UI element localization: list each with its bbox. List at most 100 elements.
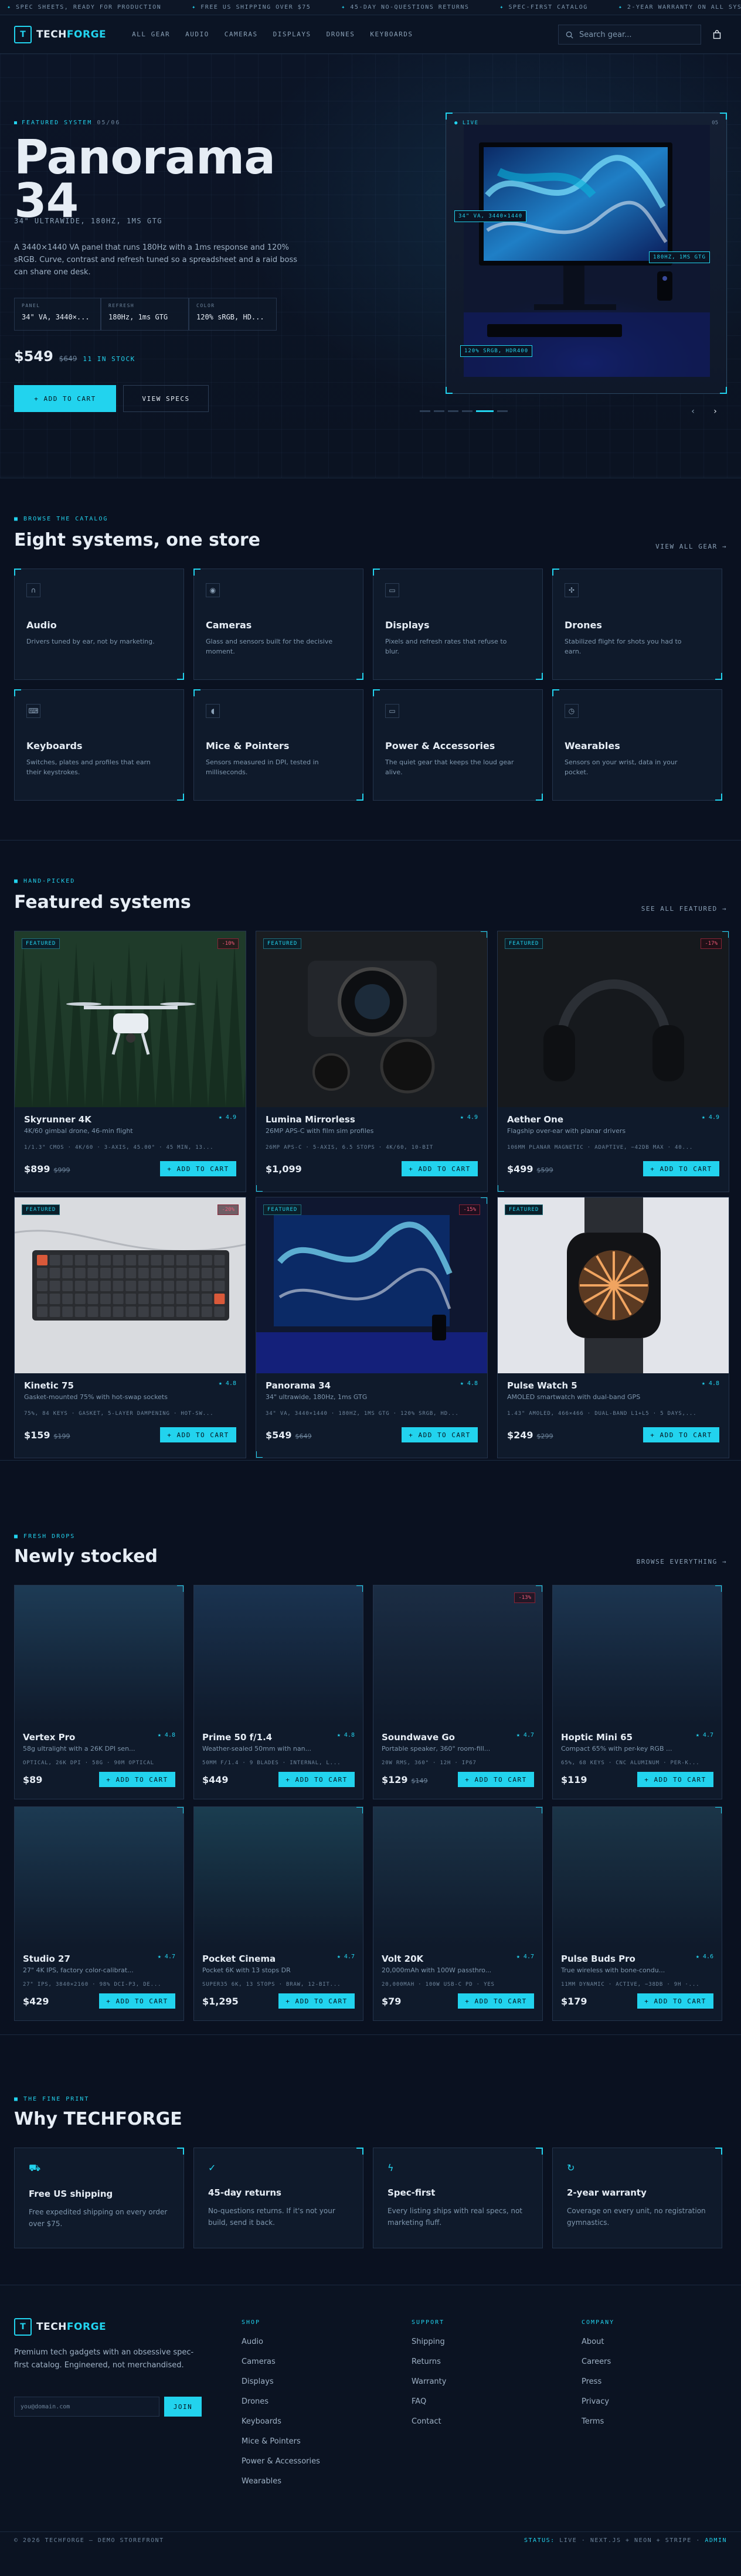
add-to-cart-button[interactable]: + ADD TO CART bbox=[637, 1993, 713, 2009]
product-price-row: $899 $999 bbox=[24, 1163, 70, 1175]
footer-link[interactable]: Power & Accessories bbox=[242, 2457, 370, 2477]
product-specs: 75%, 84 KEYS · GASKET, 5-LAYER DAMPENING… bbox=[24, 1411, 214, 1417]
search-input[interactable]: Search gear... bbox=[558, 25, 701, 45]
product-name[interactable]: Soundwave Go bbox=[382, 1732, 455, 1743]
product-name[interactable]: Aether One bbox=[507, 1114, 563, 1125]
nav-link-cameras[interactable]: CAMERAS bbox=[225, 30, 258, 38]
carousel-dot[interactable] bbox=[497, 410, 508, 412]
view-specs-button[interactable]: VIEW SPECS bbox=[123, 385, 209, 412]
nav-link-audio[interactable]: AUDIO bbox=[185, 30, 209, 38]
product-card[interactable]: Studio 27 ★ 4.7 27" 4K IPS, factory color-… bbox=[14, 1806, 184, 2021]
product-card[interactable]: Vertex Pro ★ 4.8 58g ultralight with a 26K… bbox=[14, 1585, 184, 1799]
add-to-cart-button[interactable]: + ADD TO CART bbox=[458, 1993, 534, 2009]
see-all-featured-link[interactable]: SEE ALL FEATURED → bbox=[641, 905, 727, 913]
add-to-cart-button[interactable]: + ADD TO CART bbox=[160, 1161, 236, 1176]
product-name[interactable]: Volt 20K bbox=[382, 1954, 423, 1964]
product-card[interactable]: FEATURED Lumina Mirrorless ★ 4.9 26MP APS-C… bbox=[256, 931, 488, 1192]
footer-link[interactable]: Press bbox=[582, 2377, 711, 2397]
product-card[interactable]: -13% Soundwave Go ★ 4.7 Portable speaker, 3… bbox=[373, 1585, 543, 1799]
carousel-prev-button[interactable]: ‹ bbox=[686, 404, 700, 418]
product-name[interactable]: Vertex Pro bbox=[23, 1732, 75, 1743]
product-card[interactable]: Prime 50 f/1.4 ★ 4.8 Weather-sealed 50mm w… bbox=[193, 1585, 363, 1799]
hero-add-to-cart-button[interactable]: + ADD TO CART bbox=[14, 385, 116, 412]
cart-button[interactable] bbox=[707, 25, 727, 45]
footer-link[interactable]: Drones bbox=[242, 2397, 370, 2417]
add-to-cart-button[interactable]: + ADD TO CART bbox=[402, 1427, 478, 1442]
add-to-cart-button[interactable]: + ADD TO CART bbox=[458, 1772, 534, 1787]
product-name[interactable]: Pocket Cinema bbox=[202, 1954, 276, 1964]
add-to-cart-button[interactable]: + ADD TO CART bbox=[99, 1772, 175, 1787]
add-to-cart-button[interactable]: + ADD TO CART bbox=[278, 1772, 355, 1787]
category-card[interactable]: ◖ Mice & Pointers Sensors measured in DPI,… bbox=[193, 689, 363, 801]
product-name[interactable]: Pulse Watch 5 bbox=[507, 1380, 577, 1391]
nav-link-drones[interactable]: DRONES bbox=[327, 30, 355, 38]
add-to-cart-button[interactable]: + ADD TO CART bbox=[99, 1993, 175, 2009]
carousel-dot[interactable] bbox=[448, 410, 458, 412]
category-card[interactable]: ◷ Wearables Sensors on your wrist, data in… bbox=[552, 689, 722, 801]
chevron-left-icon: ‹ bbox=[691, 407, 695, 416]
carousel-next-button[interactable]: › bbox=[708, 404, 722, 418]
carousel-dot[interactable] bbox=[420, 410, 430, 412]
view-all-gear-link[interactable]: VIEW ALL GEAR → bbox=[655, 543, 727, 550]
product-name[interactable]: Skyrunner 4K bbox=[24, 1114, 91, 1125]
product-name[interactable]: Hoptic Mini 65 bbox=[561, 1732, 633, 1743]
add-to-cart-button[interactable]: + ADD TO CART bbox=[643, 1427, 719, 1442]
carousel-dot[interactable] bbox=[476, 410, 494, 412]
nav-link-keyboards[interactable]: KEYBOARDS bbox=[370, 30, 413, 38]
footer-link[interactable]: Displays bbox=[242, 2377, 370, 2397]
add-to-cart-button[interactable]: + ADD TO CART bbox=[278, 1993, 355, 2009]
footer-link[interactable]: Keyboards bbox=[242, 2417, 370, 2437]
monitor-image bbox=[464, 125, 710, 377]
add-to-cart-button[interactable]: + ADD TO CART bbox=[637, 1772, 713, 1787]
nav-link-displays[interactable]: DISPLAYS bbox=[273, 30, 311, 38]
footer-logo[interactable]: T TECHFORGE bbox=[14, 2318, 106, 2336]
carousel-dot[interactable] bbox=[434, 410, 444, 412]
add-to-cart-button[interactable]: + ADD TO CART bbox=[160, 1427, 236, 1442]
product-card[interactable]: Pocket Cinema ★ 4.7 Pocket 6K with 13 stop… bbox=[193, 1806, 363, 2021]
product-card[interactable]: Volt 20K ★ 4.7 20,000mAh with 100W passthr… bbox=[373, 1806, 543, 2021]
footer-link[interactable]: Shipping bbox=[412, 2337, 541, 2357]
product-card[interactable]: Pulse Buds Pro ★ 4.6 True wireless with bo… bbox=[552, 1806, 722, 2021]
newsletter-email-input[interactable]: you@domain.com bbox=[14, 2397, 159, 2417]
footer-link[interactable]: Careers bbox=[582, 2357, 711, 2377]
add-to-cart-button[interactable]: + ADD TO CART bbox=[402, 1161, 478, 1176]
footer-link[interactable]: Mice & Pointers bbox=[242, 2437, 370, 2457]
category-card[interactable]: ∩ Audio Drivers tuned by ear, not by marke… bbox=[14, 569, 184, 680]
product-card[interactable]: FEATURED Pulse Watch 5 ★ 4.8 AMOLED smartwa… bbox=[497, 1197, 729, 1458]
product-name[interactable]: Kinetic 75 bbox=[24, 1380, 74, 1391]
product-card[interactable]: FEATURED -17% Aether One ★ 4.9 Flagship over… bbox=[497, 931, 729, 1192]
category-card[interactable]: ▭ Displays Pixels and refresh rates that r… bbox=[373, 569, 543, 680]
product-card[interactable]: FEATURED -15% Panorama 34 ★ 4.8 34" ultrawid… bbox=[256, 1197, 488, 1458]
footer-link[interactable]: Wearables bbox=[242, 2477, 370, 2497]
carousel-dot[interactable] bbox=[462, 410, 473, 412]
footer-link[interactable]: Audio bbox=[242, 2337, 370, 2357]
footer-link[interactable]: Warranty bbox=[412, 2377, 541, 2397]
footer-link[interactable]: About bbox=[582, 2337, 711, 2357]
footer-link[interactable]: Contact bbox=[412, 2417, 541, 2437]
add-to-cart-button[interactable]: + ADD TO CART bbox=[643, 1161, 719, 1176]
category-card[interactable]: ▭ Power & Accessories The quiet gear that … bbox=[373, 689, 543, 801]
nav-link-all-gear[interactable]: ALL GEAR bbox=[132, 30, 170, 38]
footer-link[interactable]: FAQ bbox=[412, 2397, 541, 2417]
admin-link[interactable]: ADMIN bbox=[705, 2537, 727, 2544]
logo[interactable]: T TECHFORGE bbox=[14, 25, 106, 43]
product-card[interactable]: Hoptic Mini 65 ★ 4.7 Compact 65% with per-… bbox=[552, 1585, 722, 1799]
browse-everything-link[interactable]: BROWSE EVERYTHING → bbox=[637, 1558, 727, 1566]
newsletter-join-button[interactable]: JOIN bbox=[164, 2397, 202, 2417]
product-name[interactable]: Studio 27 bbox=[23, 1954, 70, 1964]
footer-link[interactable]: Privacy bbox=[582, 2397, 711, 2417]
product-name[interactable]: Lumina Mirrorless bbox=[266, 1114, 355, 1125]
footer-link[interactable]: Returns bbox=[412, 2357, 541, 2377]
spec-value: 34" VA, 3440×... bbox=[22, 313, 90, 321]
category-card[interactable]: ⌨ Keyboards Switches, plates and profiles … bbox=[14, 689, 184, 801]
category-card[interactable]: ◉ Cameras Glass and sensors built for the … bbox=[193, 569, 363, 680]
featured-title: Featured systems bbox=[14, 892, 191, 913]
footer-link[interactable]: Terms bbox=[582, 2417, 711, 2437]
category-card[interactable]: ✣ Drones Stabilized flight for shots you h… bbox=[552, 569, 722, 680]
product-name[interactable]: Panorama 34 bbox=[266, 1380, 331, 1391]
footer-link[interactable]: Cameras bbox=[242, 2357, 370, 2377]
product-card[interactable]: FEATURED -20% Kinetic 75 ★ 4.8 Gasket-mounte… bbox=[14, 1197, 246, 1458]
product-name[interactable]: Prime 50 f/1.4 bbox=[202, 1732, 272, 1743]
product-name[interactable]: Pulse Buds Pro bbox=[561, 1954, 635, 1964]
product-card[interactable]: FEATURED -10% Skyrunner 4K ★ 4.9 4K/60 gimba… bbox=[14, 931, 246, 1192]
